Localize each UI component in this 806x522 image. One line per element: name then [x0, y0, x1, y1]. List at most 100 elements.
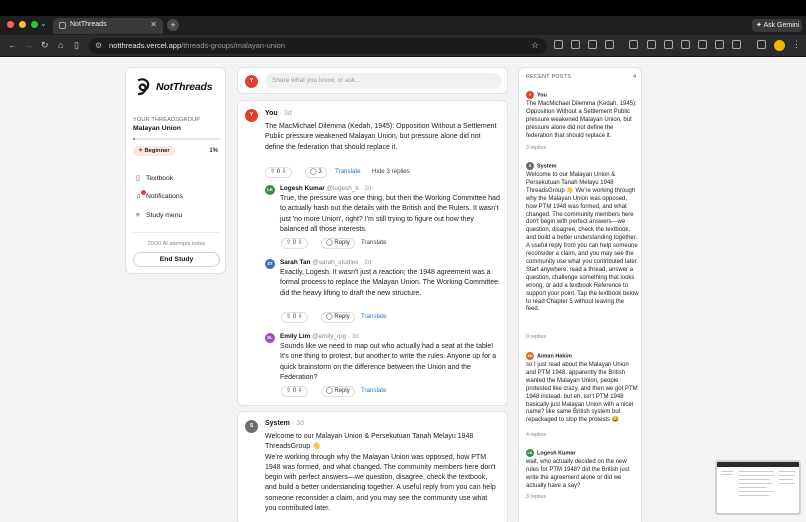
extension-icon-5[interactable]	[629, 40, 638, 49]
downvote-icon[interactable]: ⇩	[282, 169, 287, 175]
group-name: Malayan Union	[133, 125, 181, 132]
bookmark-star-icon[interactable]: ☆	[531, 40, 539, 51]
study-sidebar: NotThreads YOUR THREADSGROUP Malayan Uni…	[125, 67, 226, 274]
recent-post-author[interactable]: LK Logesh Kumar	[526, 449, 576, 457]
recent-post-author[interactable]: Y You	[526, 91, 547, 99]
sidebar-item-textbook[interactable]: ▯ Textbook	[136, 174, 173, 182]
upvote-icon[interactable]: ⇧	[270, 169, 275, 175]
reply-button[interactable]: ◯ Reply	[321, 238, 355, 249]
home-icon[interactable]: ⌂	[58, 40, 63, 51]
reply-body: Exactly, Logesh. It wasn't just a reacti…	[280, 269, 499, 297]
downvote-icon[interactable]: ⇩	[298, 240, 303, 246]
vote-control[interactable]: ⇧ 0 ⇩	[281, 386, 308, 397]
ask-gemini-button[interactable]: ✦ Ask Gemini	[752, 19, 802, 32]
level-star-icon: ✦	[138, 148, 143, 154]
reply-body: Sounds like we need to map out who actua…	[280, 343, 497, 381]
thumbnail-line	[739, 483, 772, 484]
notification-dot	[141, 190, 146, 195]
extension-icon-7[interactable]	[698, 40, 707, 49]
sidebar-item-notifications[interactable]: ♫ Notifications	[136, 190, 184, 200]
recent-post-author[interactable]: AH Aiman Hakim	[526, 352, 572, 360]
end-study-button[interactable]: End Study	[133, 252, 220, 267]
progress-bar-fill	[133, 138, 135, 140]
reply-icon: ◯	[326, 388, 333, 394]
browser-tab[interactable]: NotThreads ✕	[53, 18, 163, 34]
address-bar[interactable]: ⚙ notthreads.vercel.app/threads-groups/m…	[89, 38, 547, 54]
sidebar-toggle-icon[interactable]: ▯	[74, 40, 79, 51]
thumbnail-line	[739, 471, 774, 472]
author-name: System	[265, 420, 290, 427]
recent-post-author[interactable]: S System	[526, 162, 557, 170]
vote-control[interactable]: ⇧ 0 ⇩	[281, 238, 308, 249]
recent-post-text[interactable]: Welcome to our Malayan Union & Persekutu…	[526, 172, 639, 314]
downvote-icon[interactable]: ⇩	[298, 388, 303, 394]
tab-list-chevron-icon[interactable]: ⌄	[40, 19, 47, 28]
recent-author-name: Logesh Kumar	[537, 450, 576, 457]
upvote-icon[interactable]: ⇧	[286, 314, 291, 320]
thumbnail-line	[721, 474, 733, 475]
vote-count: 0	[292, 240, 297, 246]
back-arrow-icon[interactable]: ←	[8, 40, 17, 51]
extension-icon-1[interactable]	[554, 40, 563, 49]
ai-attempts-text: 20/20 AI attempts today	[147, 241, 206, 247]
extension-icon-8[interactable]	[715, 40, 724, 49]
close-window-button[interactable]	[7, 21, 14, 28]
author-handle: @sarah_studies	[312, 259, 359, 266]
tab-close-icon[interactable]: ✕	[150, 20, 157, 29]
reply-button-label: Reply	[334, 240, 350, 246]
vote-control[interactable]: ⇧ 0 ⇩	[265, 167, 292, 178]
compose-input[interactable]: Share what you know, or ask...	[265, 73, 502, 89]
post-body: Welcome to our Malayan Union & Persekutu…	[265, 433, 496, 513]
recent-post-text[interactable]: wait, who actually decided on the new ru…	[526, 459, 639, 491]
browser-menu-icon[interactable]: ⋮	[792, 39, 801, 50]
translate-link[interactable]: Translate	[361, 387, 387, 394]
thumbnail-line	[739, 495, 769, 496]
reading-list-icon[interactable]	[757, 40, 766, 49]
extension-icon-9[interactable]	[732, 40, 741, 49]
maximize-window-button[interactable]	[31, 21, 38, 28]
translate-link[interactable]: Translate	[361, 313, 387, 320]
upvote-icon[interactable]: ⇧	[286, 388, 291, 394]
avatar: S	[245, 420, 258, 433]
translate-link[interactable]: Translate	[361, 239, 387, 246]
screenshot-thumbnail[interactable]	[715, 460, 801, 515]
reply-count: 3	[318, 169, 322, 175]
level-badge-label: Beginner	[144, 148, 170, 154]
recent-post-text[interactable]: so I just read about the Malayan Union a…	[526, 362, 639, 425]
downvote-icon[interactable]: ⇩	[298, 314, 303, 320]
new-tab-button[interactable]: +	[167, 19, 179, 31]
sidebar-item-label: Notifications	[146, 193, 184, 200]
vote-control[interactable]: ⇧ 0 ⇩	[281, 312, 308, 323]
avatar: ST	[265, 259, 275, 269]
recent-post-text[interactable]: The MacMichael Dilemma (Kedah, 1945): Op…	[526, 101, 639, 141]
minimize-window-button[interactable]	[19, 21, 26, 28]
site-info-icon[interactable]: ⚙	[95, 41, 102, 50]
hide-replies-link[interactable]: Hide 3 replies	[372, 168, 410, 175]
profile-avatar[interactable]	[774, 40, 785, 51]
extension-icon-3[interactable]	[588, 40, 597, 49]
extension-icon-2[interactable]	[571, 40, 580, 49]
forward-arrow-icon[interactable]: →	[24, 40, 33, 51]
reply-button[interactable]: ◯ Reply	[321, 386, 355, 397]
comment-icon: ◯	[310, 169, 317, 175]
reload-icon[interactable]: ↻	[41, 40, 49, 51]
author-name: You	[265, 110, 278, 117]
thumbnail-line	[739, 475, 774, 476]
notthreads-logo[interactable]: NotThreads	[135, 78, 225, 96]
extension-icon-4[interactable]	[605, 40, 614, 49]
thumbnail-toolbar	[717, 462, 799, 467]
translate-icon[interactable]	[681, 40, 690, 49]
extension-icon-6[interactable]	[664, 40, 673, 49]
sidebar-item-study-menu[interactable]: ≡ Study menu	[136, 212, 182, 219]
translate-link[interactable]: Translate	[335, 168, 361, 175]
reply-button[interactable]: ◯ Reply	[321, 312, 355, 323]
thumbnail-line	[779, 483, 795, 484]
download-icon[interactable]	[647, 40, 656, 49]
reply-count-button[interactable]: ◯ 3	[305, 167, 327, 178]
avatar: EL	[265, 333, 275, 343]
thumbnail-line	[739, 479, 769, 480]
bell-icon: ♫	[136, 190, 146, 200]
post-time: · 3d	[291, 420, 304, 427]
tab-favicon-icon	[59, 22, 66, 29]
upvote-icon[interactable]: ⇧	[286, 240, 291, 246]
